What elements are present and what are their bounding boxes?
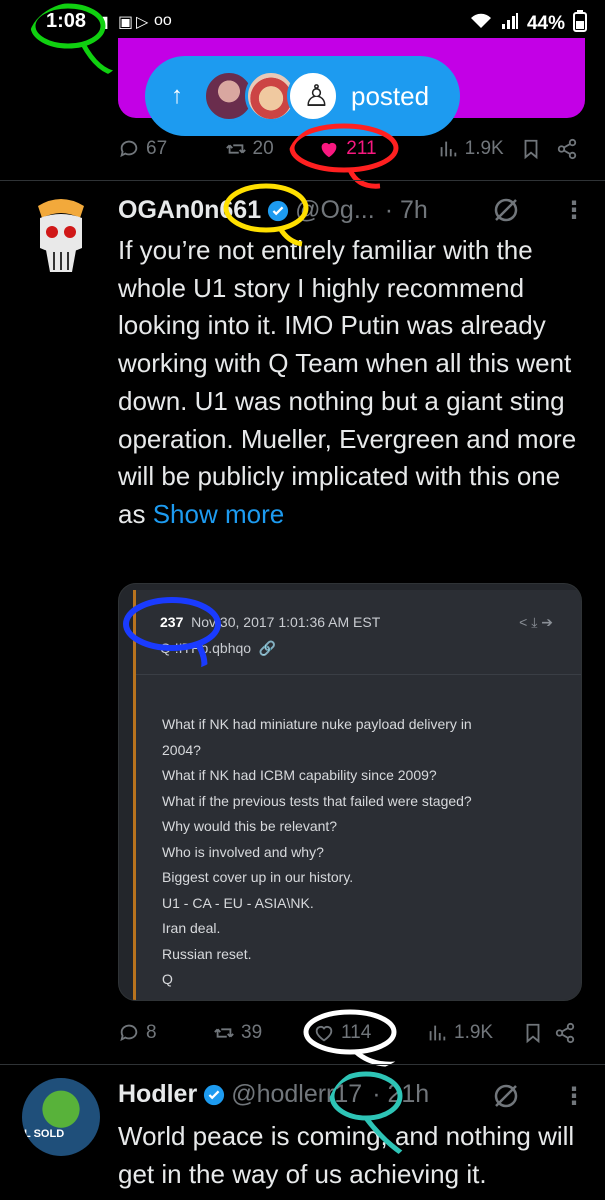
divider [0,180,605,181]
reply-icon [120,140,138,158]
show-more-link[interactable]: Show more [153,499,285,529]
card-line: Biggest cover up in our history. [162,869,354,885]
view-count: 1.9K [454,1022,494,1043]
card-line: What if NK had ICBM capability since 200… [162,767,437,783]
pill-avatars [203,70,339,122]
reply-button[interactable]: 8 [118,1022,213,1044]
tweet-text: If you’re not entirely familiar with the… [118,235,577,529]
more-options-icon[interactable]: ⋮ [562,199,586,223]
annotation-red-circle [289,123,399,189]
share-icon [557,138,577,160]
more-options-icon[interactable]: ⋮ [562,1085,586,1109]
repost-count: 39 [241,1022,263,1043]
bookmark-icon [525,139,538,160]
card-text: What if NK had miniature nuke payload de… [162,712,472,993]
card-line: What if NK had miniature nuke payload de… [162,716,472,732]
annotation-teal-circle [329,1071,408,1159]
play-icon: ▷ [136,14,149,31]
status-right: 44% [469,10,587,38]
reply-count: 8 [146,1022,157,1043]
avatar [287,70,339,122]
card-line: 2004? [162,741,201,758]
battery-percent: 44% [526,13,565,34]
bookmark-button[interactable] [522,1022,554,1044]
card-line: Russian reset. [162,945,252,962]
voicemail-icon: oo [154,12,172,29]
card-line: Who is involved and why? [162,843,324,860]
card-line: What if the previous tests that failed w… [162,792,472,809]
pill-label: posted [351,80,430,111]
timestamp[interactable]: · 7h [385,196,428,225]
annotation-yellow-circle [223,183,309,247]
view-count: 1.9K [464,138,504,159]
punisher-skull-avatar-icon [38,199,84,272]
avatar[interactable]: L SOLD [22,1078,100,1156]
repost-count: 20 [252,138,274,159]
avatar[interactable] [28,196,94,276]
link-icon: 🔗 [254,640,277,656]
verified-badge-icon [204,1084,225,1105]
new-posts-pill[interactable]: ↑ posted [145,56,460,136]
repost-button[interactable]: 39 [213,1022,313,1044]
avatar-caption: L SOLD [24,1128,65,1140]
wifi-icon [469,12,493,36]
bookmark-button[interactable] [520,138,556,160]
signal-icon [501,12,519,36]
annotation-blue-circle [123,597,221,669]
repost-icon [225,144,246,154]
reply-icon [120,1024,138,1042]
divider [136,674,581,675]
battery-icon [573,10,587,38]
arrow-up-icon: ↑ [171,82,183,109]
bookmark-icon [526,1023,540,1044]
tweet2-text: If you’re not entirely familiar with the… [118,232,588,534]
card-line: Iran deal. [162,920,221,936]
grok-icon[interactable] [492,1082,520,1110]
views-button[interactable]: 1.9K [426,1022,522,1044]
reply-button[interactable]: 67 [118,138,225,160]
views-icon [429,1025,446,1041]
share-button[interactable] [556,138,578,160]
card-line: Why would this be relevant? [162,818,338,834]
views-button[interactable]: 1.9K [437,138,521,160]
reply-count: 67 [146,138,168,159]
annotation-white-circle [303,1009,397,1067]
card-line: Q [162,971,173,987]
card-tool-icons: < ⤓ ➔ [519,614,553,630]
views-icon [440,141,456,157]
display-name[interactable]: Hodler [118,1080,197,1109]
grok-icon[interactable] [492,196,520,224]
card-line: U1 - CA - EU - ASIA\NK. [162,894,314,911]
annotation-green-circle [30,3,119,77]
share-button[interactable] [554,1022,576,1044]
divider [0,1064,605,1065]
share-icon [555,1022,575,1044]
repost-icon [214,1028,234,1038]
